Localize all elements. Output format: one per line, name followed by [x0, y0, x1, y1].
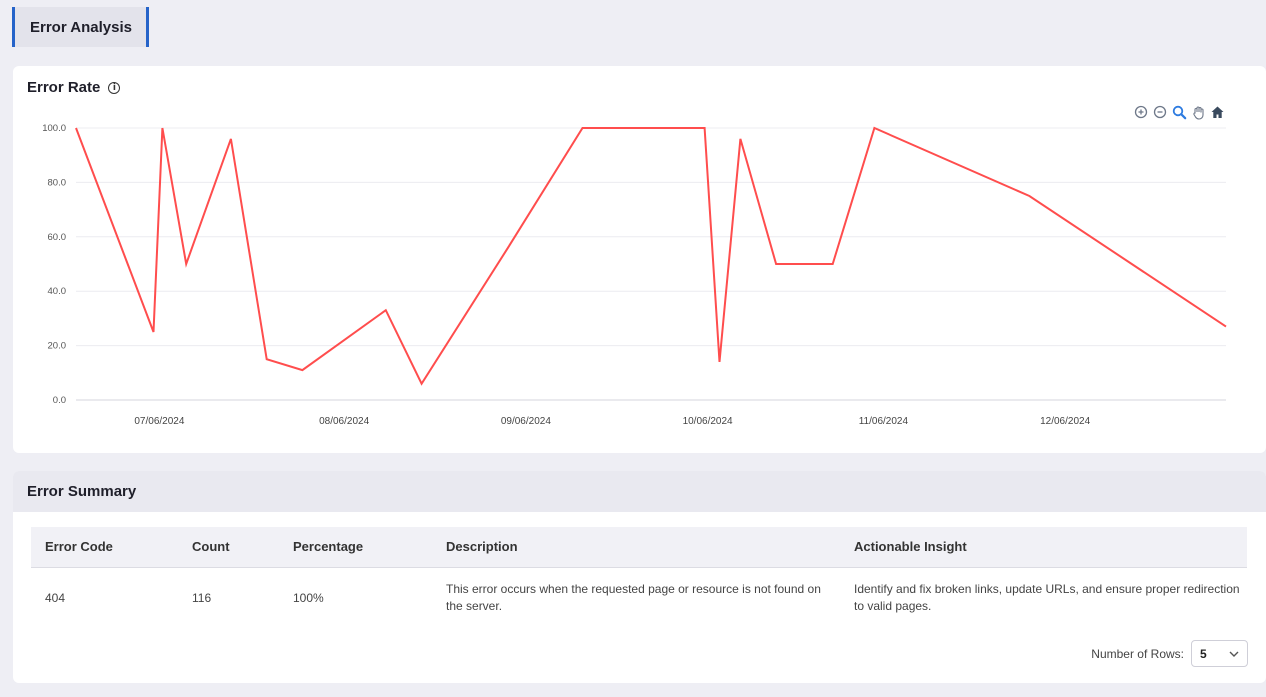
- data-point[interactable]: [716, 358, 724, 366]
- x-tick-label: 09/06/2024: [501, 416, 551, 427]
- y-tick-label: 40.0: [48, 286, 67, 297]
- cell-description: This error occurs when the requested pag…: [432, 566, 840, 629]
- data-point[interactable]: [1025, 192, 1033, 200]
- data-point[interactable]: [772, 260, 780, 268]
- x-tick-label: 08/06/2024: [319, 416, 369, 427]
- data-point[interactable]: [736, 135, 744, 143]
- data-point[interactable]: [182, 260, 190, 268]
- data-point[interactable]: [578, 124, 586, 132]
- data-point[interactable]: [701, 124, 709, 132]
- cell-actionable-insight: Identify and fix broken links, update UR…: [840, 566, 1247, 629]
- y-tick-label: 0.0: [53, 395, 66, 406]
- data-point[interactable]: [72, 124, 80, 132]
- data-point[interactable]: [418, 380, 426, 388]
- data-point[interactable]: [608, 124, 616, 132]
- y-axis-ticks: 100.0 80.0 60.0 40.0 20.0 0.0: [42, 123, 66, 406]
- x-tick-label: 12/06/2024: [1040, 416, 1090, 427]
- error-rate-card: Error Rate i 100.0 80.0 60.0 40.0 20.0 0.0 07…: [13, 66, 1266, 453]
- table-row: 404 116 100% This error occurs when the …: [31, 566, 1247, 629]
- data-point[interactable]: [870, 124, 878, 132]
- cell-count: 116: [178, 566, 279, 629]
- cell-percentage: 100%: [279, 566, 432, 629]
- x-tick-label: 11/06/2024: [859, 416, 909, 427]
- error-summary-table: Error Code Count Percentage Description …: [31, 527, 1247, 629]
- cell-error-code: 404: [31, 566, 178, 629]
- data-point[interactable]: [158, 124, 166, 132]
- column-header-count[interactable]: Count: [178, 527, 279, 567]
- table-header-row: Error Code Count Percentage Description …: [31, 527, 1247, 567]
- chevron-down-icon: [1229, 651, 1239, 657]
- error-rate-chart: 100.0 80.0 60.0 40.0 20.0 0.0 07/06/2024 08/06…: [42, 123, 1230, 427]
- column-header-description[interactable]: Description: [432, 527, 840, 567]
- data-point[interactable]: [263, 355, 271, 363]
- rows-per-page-label: Number of Rows:: [1091, 646, 1184, 661]
- rows-per-page-value: 5: [1200, 646, 1207, 661]
- chart-series: [72, 124, 1230, 388]
- chart-grid: [76, 127, 1226, 401]
- data-point[interactable]: [298, 366, 306, 374]
- rows-per-page-control: Number of Rows: 5: [1091, 640, 1248, 667]
- column-header-percentage[interactable]: Percentage: [279, 527, 432, 567]
- page-tab-error-analysis[interactable]: Error Analysis: [12, 7, 149, 47]
- data-point[interactable]: [829, 260, 837, 268]
- error-summary-card: Error Summary Error Code Count Percentag…: [13, 471, 1266, 683]
- x-tick-label: 10/06/2024: [683, 416, 733, 427]
- data-point[interactable]: [149, 328, 157, 336]
- data-point[interactable]: [382, 306, 390, 314]
- data-point[interactable]: [671, 124, 679, 132]
- x-tick-label: 07/06/2024: [134, 416, 184, 427]
- data-point[interactable]: [635, 124, 643, 132]
- x-axis-ticks: 07/06/2024 08/06/2024 09/06/2024 10/06/2024…: [134, 416, 1090, 427]
- data-point[interactable]: [1222, 323, 1230, 331]
- column-header-actionable-insight[interactable]: Actionable Insight: [840, 527, 1247, 567]
- y-tick-label: 60.0: [48, 232, 67, 243]
- column-header-error-code[interactable]: Error Code: [31, 527, 178, 567]
- y-tick-label: 20.0: [48, 341, 67, 352]
- data-point[interactable]: [650, 124, 658, 132]
- error-summary-title: Error Summary: [13, 471, 1266, 512]
- y-tick-label: 80.0: [48, 177, 67, 188]
- data-point[interactable]: [504, 244, 512, 252]
- data-point[interactable]: [227, 135, 235, 143]
- y-tick-label: 100.0: [42, 123, 66, 134]
- rows-per-page-select[interactable]: 5: [1191, 640, 1248, 667]
